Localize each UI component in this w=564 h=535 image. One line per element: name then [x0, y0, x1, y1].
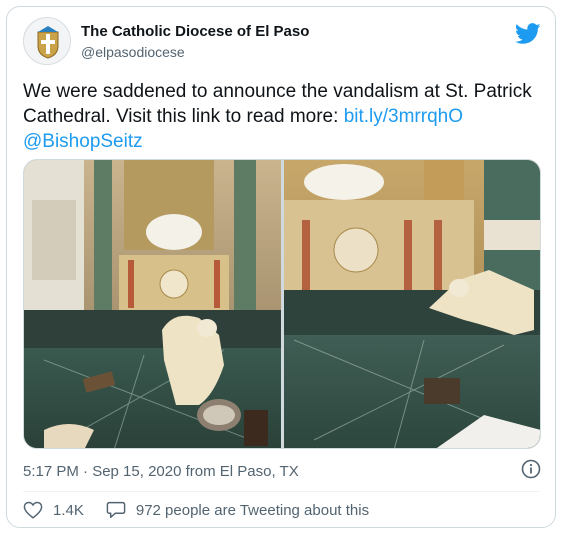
- twitter-bird-icon[interactable]: [515, 23, 541, 45]
- tweet-link[interactable]: bit.ly/3mrrqhO: [344, 106, 463, 127]
- cathedral-photo-1-image: [24, 160, 281, 448]
- tweet-card: The Catholic Diocese of El Paso @elpasod…: [6, 6, 556, 528]
- speech-bubble-icon: [106, 501, 126, 519]
- like-count: 1.4K: [53, 501, 84, 519]
- tweeting-about-text: 972 people are Tweeting about this: [135, 501, 370, 519]
- tweet-timestamp[interactable]: 5:17 PM · Sep 15, 2020 from El Paso, TX: [23, 463, 299, 480]
- like-button[interactable]: 1.4K: [23, 501, 84, 519]
- diocese-crest-icon: [24, 18, 70, 64]
- tweeting-about-link[interactable]: 972 people are Tweeting about this: [106, 501, 369, 519]
- cathedral-photo-2-image: [283, 160, 540, 448]
- info-icon[interactable]: [521, 459, 541, 479]
- mention-link[interactable]: @BishopSeitz: [23, 131, 143, 152]
- cathedral-altar-photo-1[interactable]: [24, 160, 281, 448]
- avatar[interactable]: [23, 17, 71, 65]
- tweet-actions: 1.4K 972 people are Tweeting about this: [23, 501, 391, 519]
- tweet-text: We were saddened to announce the vandali…: [23, 79, 543, 154]
- cathedral-altar-photo-2[interactable]: [283, 160, 540, 448]
- divider: [23, 491, 539, 492]
- display-name[interactable]: The Catholic Diocese of El Paso: [81, 23, 309, 40]
- tweet-media: [23, 159, 541, 449]
- handle[interactable]: @elpasodiocese: [81, 44, 185, 60]
- heart-icon: [23, 501, 43, 519]
